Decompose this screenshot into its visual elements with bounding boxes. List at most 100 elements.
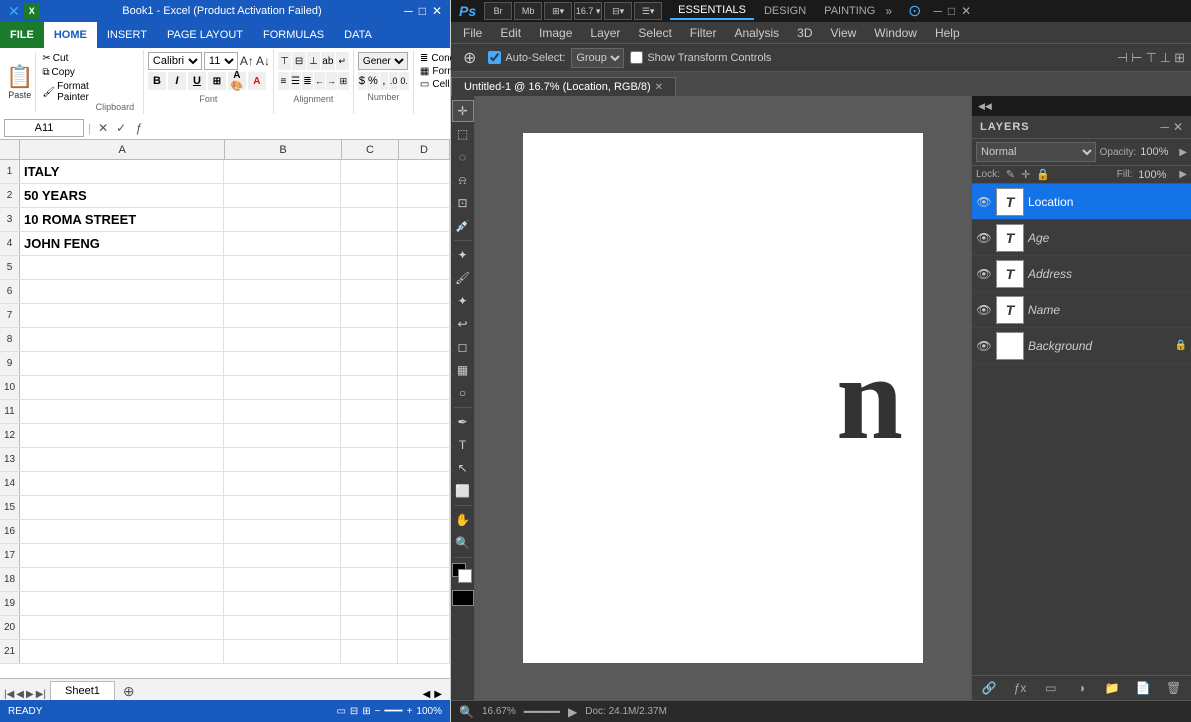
- cell-a10[interactable]: [20, 376, 224, 399]
- cell-b8[interactable]: [224, 328, 341, 351]
- cell-d2[interactable]: [398, 184, 450, 207]
- col-header-b[interactable]: B: [225, 140, 342, 160]
- cell-b12[interactable]: [224, 424, 341, 447]
- page-break-view-button[interactable]: ⊞: [362, 706, 370, 717]
- border-button[interactable]: ⊞: [208, 72, 226, 90]
- cell-a1[interactable]: ITALY: [20, 160, 224, 183]
- zoom-tool[interactable]: 🔍: [452, 532, 474, 554]
- col-header-c[interactable]: C: [342, 140, 399, 160]
- row-number[interactable]: 21: [0, 640, 20, 663]
- path-selection-tool[interactable]: ↖: [452, 457, 474, 479]
- cell-d21[interactable]: [398, 640, 450, 663]
- layer-item-address[interactable]: 👁 T Address: [972, 256, 1191, 292]
- lock-position-icon[interactable]: ✛: [1021, 168, 1030, 181]
- cell-b11[interactable]: [224, 400, 341, 423]
- cell-d7[interactable]: [398, 304, 450, 327]
- tab-file[interactable]: FILE: [0, 22, 44, 48]
- cell-b19[interactable]: [224, 592, 341, 615]
- auto-select-checkbox[interactable]: [488, 51, 501, 64]
- align-left-button[interactable]: ≡: [278, 72, 289, 90]
- percent-button[interactable]: %: [367, 72, 379, 90]
- ps-zoom-percent[interactable]: 16.67%: [482, 706, 516, 717]
- cell-c20[interactable]: [341, 616, 399, 639]
- cell-a13[interactable]: [20, 448, 224, 471]
- cell-d20[interactable]: [398, 616, 450, 639]
- cell-c10[interactable]: [341, 376, 399, 399]
- zoom-slider[interactable]: ━━━: [385, 706, 403, 717]
- lasso-tool[interactable]: ◌: [452, 146, 474, 168]
- ps-zoom-slider-area[interactable]: ━━━━━: [524, 705, 560, 719]
- align-top-button[interactable]: ⊤: [278, 52, 291, 70]
- row-number[interactable]: 7: [0, 304, 20, 327]
- ps-bridge-icon[interactable]: Br: [484, 2, 512, 20]
- increase-indent-button[interactable]: →: [326, 72, 337, 90]
- panel-collapse-bar[interactable]: ◀◀: [972, 96, 1191, 116]
- layer-item-age[interactable]: 👁 T Age: [972, 220, 1191, 256]
- row-number[interactable]: 10: [0, 376, 20, 399]
- cell-d16[interactable]: [398, 520, 450, 543]
- cell-b4[interactable]: [224, 232, 341, 255]
- dodge-tool[interactable]: ○: [452, 382, 474, 404]
- font-color-button[interactable]: A: [248, 72, 266, 90]
- background-color[interactable]: [458, 569, 472, 583]
- cell-a6[interactable]: [20, 280, 224, 303]
- ps-menu-item-image[interactable]: Image: [531, 24, 580, 42]
- decrease-indent-button[interactable]: ←: [314, 72, 325, 90]
- cell-a16[interactable]: [20, 520, 224, 543]
- wrap-text-button[interactable]: ↵: [336, 52, 349, 70]
- row-number[interactable]: 2: [0, 184, 20, 207]
- row-number[interactable]: 9: [0, 352, 20, 375]
- cell-b20[interactable]: [224, 616, 341, 639]
- ps-mini-icon[interactable]: Mb: [514, 2, 542, 20]
- align-bottom-button[interactable]: ⊥: [307, 52, 320, 70]
- cell-a3[interactable]: 10 ROMA STREET: [20, 208, 224, 231]
- align-top-edge-button[interactable]: ⊤: [1145, 50, 1156, 66]
- eyedropper-tool[interactable]: 💉: [452, 215, 474, 237]
- auto-select-type-select[interactable]: Group Layer: [571, 48, 624, 68]
- ps-search-icon[interactable]: ⊙: [908, 1, 921, 21]
- workspace-expand-icon[interactable]: »: [885, 4, 892, 18]
- layers-panel-minimize-button[interactable]: ─: [1160, 120, 1169, 134]
- blend-mode-select[interactable]: Normal: [976, 142, 1096, 162]
- cell-b21[interactable]: [224, 640, 341, 663]
- cell-d1[interactable]: [398, 160, 450, 183]
- cell-d11[interactable]: [398, 400, 450, 423]
- scroll-right-button[interactable]: ▶: [434, 689, 442, 700]
- cell-c16[interactable]: [341, 520, 399, 543]
- align-left-edge-button[interactable]: ⊣: [1117, 50, 1128, 66]
- row-number[interactable]: 19: [0, 592, 20, 615]
- ps-menu-item-window[interactable]: Window: [866, 24, 925, 42]
- distribute-button[interactable]: ⊞: [1174, 50, 1185, 66]
- cell-d10[interactable]: [398, 376, 450, 399]
- opacity-value[interactable]: 100%: [1140, 146, 1175, 158]
- row-number[interactable]: 14: [0, 472, 20, 495]
- show-transform-checkbox[interactable]: [630, 51, 643, 64]
- workspace-essentials[interactable]: ESSENTIALS: [670, 2, 754, 20]
- fill-value[interactable]: 100%: [1138, 169, 1173, 181]
- zoom-in-button[interactable]: +: [407, 706, 413, 717]
- cell-d9[interactable]: [398, 352, 450, 375]
- cell-b6[interactable]: [224, 280, 341, 303]
- cell-b15[interactable]: [224, 496, 341, 519]
- row-number[interactable]: 16: [0, 520, 20, 543]
- cell-d12[interactable]: [398, 424, 450, 447]
- cell-c5[interactable]: [341, 256, 399, 279]
- layer-visibility-toggle[interactable]: 👁: [976, 266, 992, 282]
- ps-menu-item-analysis[interactable]: Analysis: [726, 24, 787, 42]
- cell-d6[interactable]: [398, 280, 450, 303]
- row-number[interactable]: 6: [0, 280, 20, 303]
- add-sheet-button[interactable]: ⊕: [117, 683, 141, 700]
- normal-view-button[interactable]: ▭: [336, 706, 345, 717]
- cell-b1[interactable]: [224, 160, 341, 183]
- cell-c9[interactable]: [341, 352, 399, 375]
- tab-data[interactable]: DATA: [334, 22, 382, 48]
- cell-a18[interactable]: [20, 568, 224, 591]
- cell-b18[interactable]: [224, 568, 341, 591]
- add-mask-button[interactable]: ▭: [1037, 679, 1064, 697]
- row-number[interactable]: 20: [0, 616, 20, 639]
- maximize-button[interactable]: □: [419, 4, 426, 18]
- decrease-decimal-button[interactable]: 0.: [399, 72, 409, 90]
- layer-item-name[interactable]: 👁 T Name: [972, 292, 1191, 328]
- copy-button[interactable]: ⧉ Copy: [40, 66, 90, 79]
- cell-c13[interactable]: [341, 448, 399, 471]
